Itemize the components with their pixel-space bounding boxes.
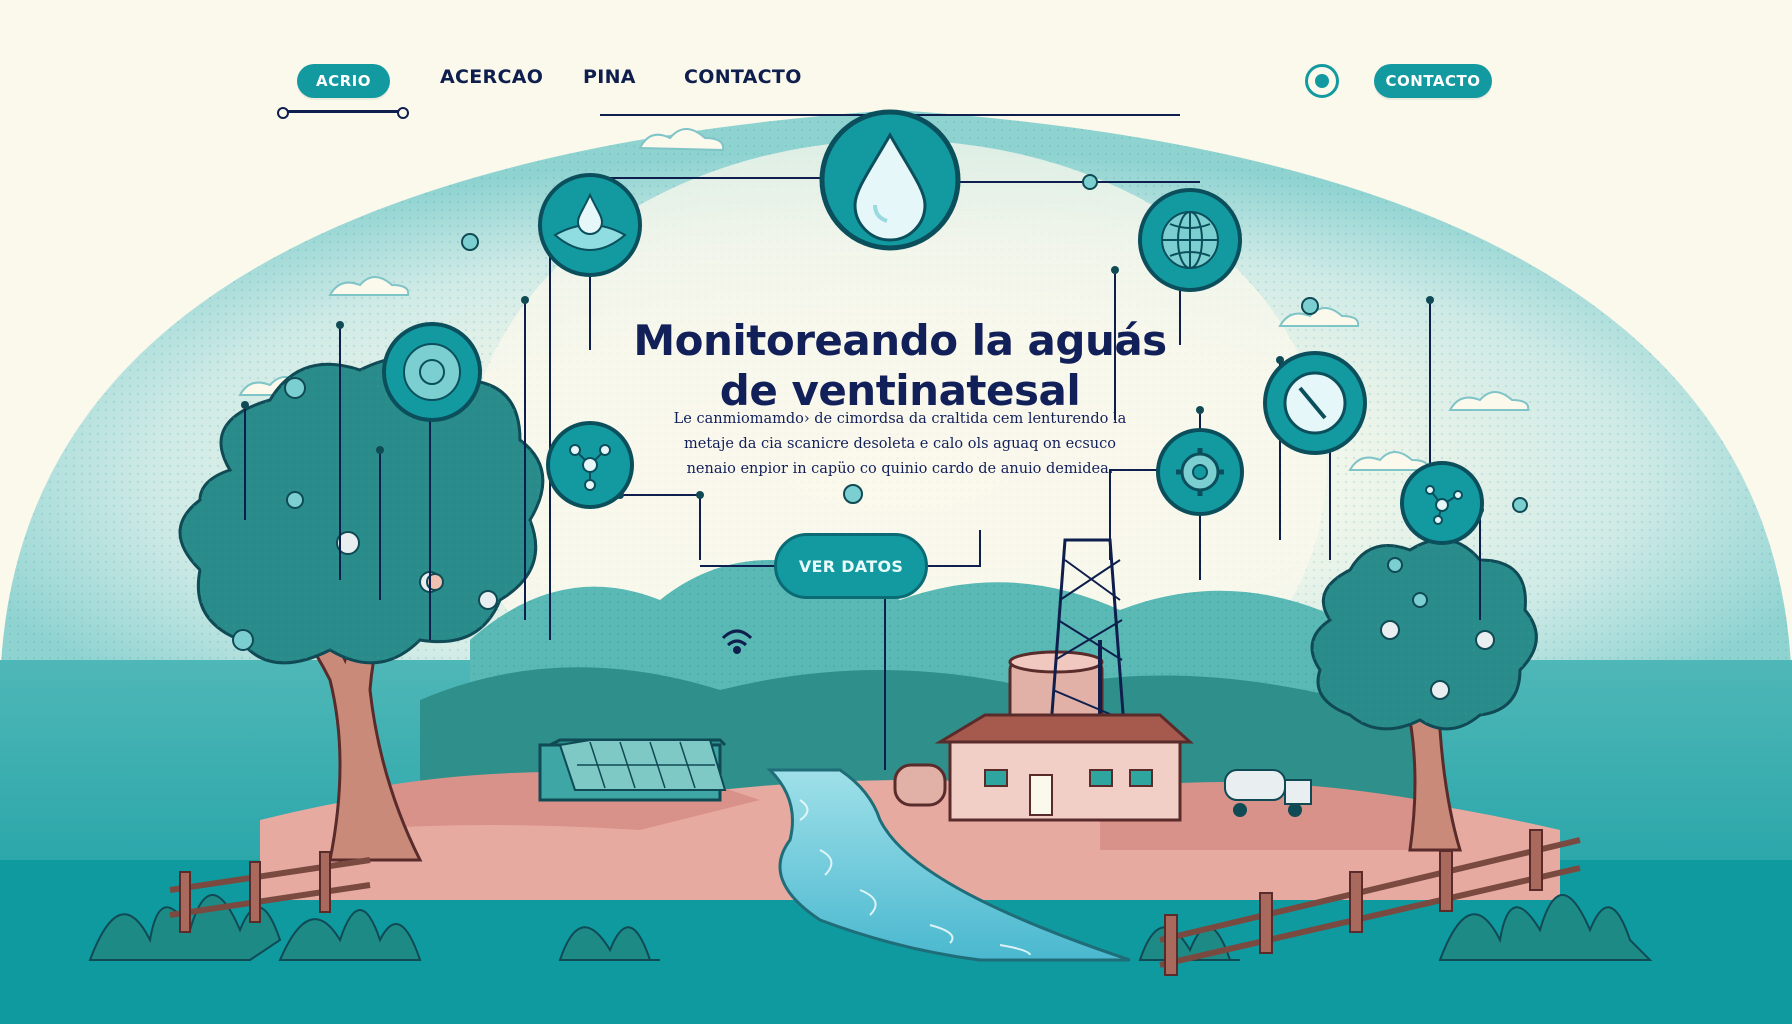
nav-link-pina[interactable]: PINA <box>583 66 636 88</box>
icon-bubbles <box>382 109 1484 545</box>
nav-link-acercao[interactable]: ACERCAO <box>440 66 543 88</box>
sensor-icon <box>382 322 482 422</box>
hero-title-line-1: Monitoreando la aguás <box>633 316 1167 366</box>
gauge-icon <box>1263 351 1367 455</box>
toggle-dot-icon <box>1315 74 1329 88</box>
hero-title: Monitoreando la aguás de ventinatesal <box>620 316 1180 416</box>
hero-subtitle-line-2: metaje da cia scanicre desoleta e calo o… <box>684 435 1116 452</box>
view-data-button[interactable]: VER DATOS <box>774 533 928 599</box>
theme-toggle-button[interactable] <box>1305 64 1339 98</box>
network-icon <box>1400 461 1484 545</box>
leaf-drop-icon <box>538 173 642 277</box>
nav-link-contacto[interactable]: CONTACTO <box>684 66 802 88</box>
globe-icon <box>1138 188 1242 292</box>
top-nav: ACRIO ACERCAO PINA CONTACTO CONTACTO <box>0 0 1792 130</box>
hero-subtitle: Le canmiomamdo› de cimordsa da craltida … <box>655 407 1145 482</box>
molecule-icon <box>546 421 634 509</box>
water-drop-icon <box>819 109 961 251</box>
contact-button[interactable]: CONTACTO <box>1374 64 1492 98</box>
nav-home-button[interactable]: ACRIO <box>297 64 390 98</box>
hero-subtitle-line-1: Le canmiomamdo› de cimordsa da craltida … <box>673 410 1127 427</box>
page: ACRIO ACERCAO PINA CONTACTO CONTACTO Mon… <box>0 0 1792 1024</box>
hero-subtitle-line-3: nenaio enpior in capüo co quinio cardo d… <box>686 460 1114 477</box>
gear-icon <box>1156 428 1244 516</box>
nav-active-indicator <box>277 107 409 119</box>
